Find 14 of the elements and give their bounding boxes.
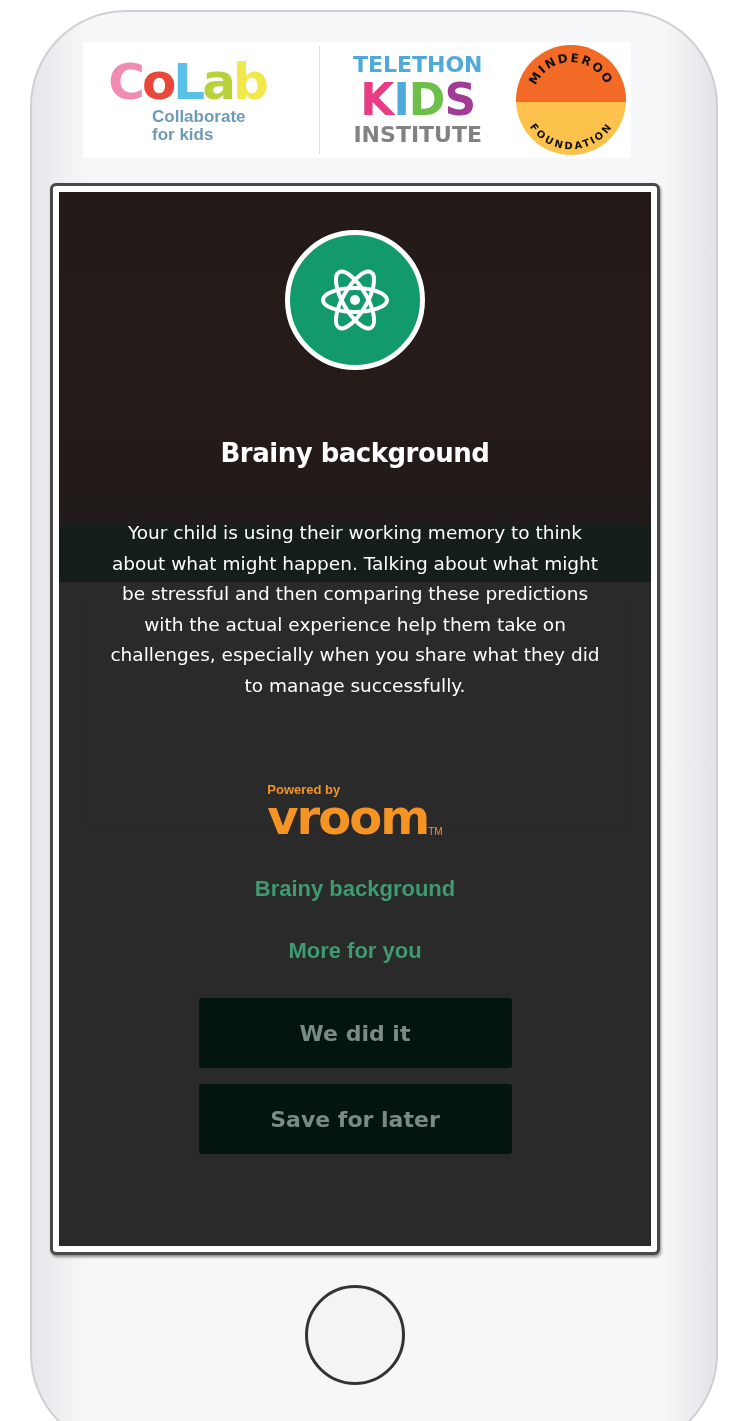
action-button[interactable]: We did it bbox=[198, 998, 512, 1068]
logo-tagline: Collaborate for kids bbox=[152, 108, 247, 144]
modal-body: Your child is using their working memory to think about what might happen. Talking about what might be stressful and then comparing these predictions with the actual experience help them take on challenges, especially when you share what they did to manage successfully. bbox=[109, 521, 601, 698]
modal-title: Brainy background bbox=[220, 438, 490, 468]
colab-logo: CoLab bbox=[108, 56, 266, 108]
powered-by-label: Powered by bbox=[267, 783, 341, 797]
vroom-logo: vroom bbox=[267, 797, 429, 837]
kids-logo: KIDS bbox=[360, 78, 476, 122]
trademark-mark: TM bbox=[428, 826, 443, 837]
more-link[interactable]: More for you bbox=[288, 938, 422, 964]
action-button[interactable]: Save for later bbox=[198, 1084, 512, 1154]
section-link[interactable]: Brainy background bbox=[254, 876, 456, 902]
logo-text: TELETHON bbox=[352, 52, 483, 78]
logo-text: INSTITUTE bbox=[353, 122, 482, 148]
